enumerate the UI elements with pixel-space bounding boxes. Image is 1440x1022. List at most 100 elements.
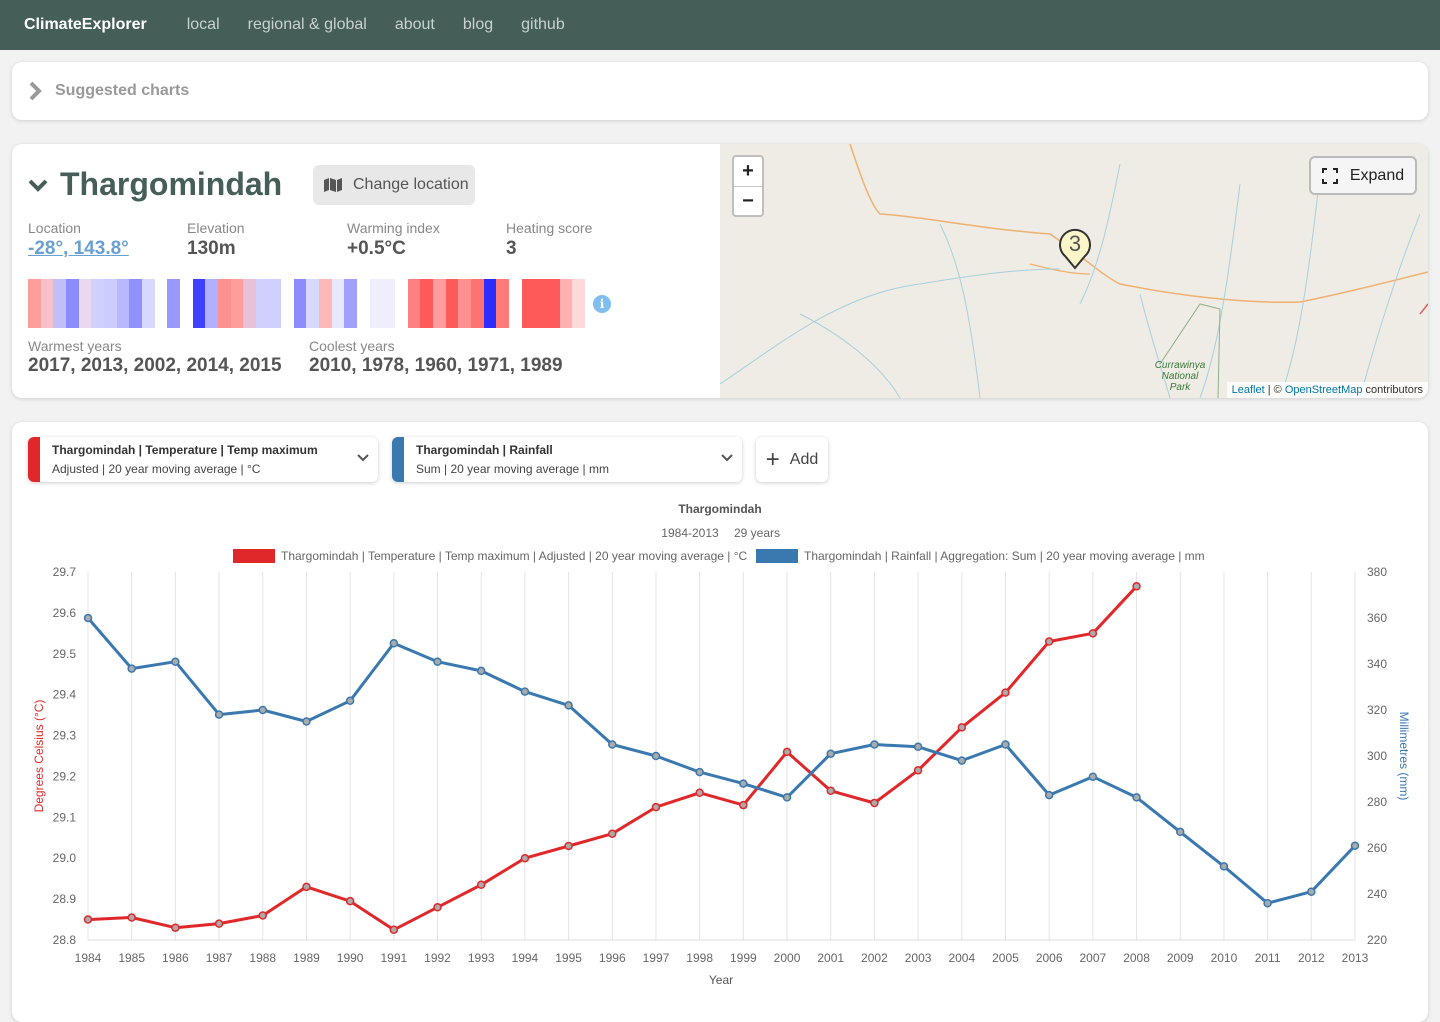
legend-label-temperature: Thargomindah | Temperature | Temp maximu… <box>281 549 747 563</box>
nav-link-github[interactable]: github <box>521 16 565 34</box>
x-tick-label: 1995 <box>555 951 582 965</box>
warming-stripe <box>331 279 345 328</box>
temperature-data-point <box>695 788 704 798</box>
y-right-tick-label: 260 <box>1367 841 1387 855</box>
stat-location-key: Location <box>28 220 81 236</box>
location-map[interactable]: 3 Currawinya National Park + − Expand Le… <box>720 144 1428 398</box>
warming-stripe <box>192 279 206 328</box>
x-tick-label: 1986 <box>162 951 189 965</box>
y-left-tick-label: 29.5 <box>53 647 77 661</box>
warming-stripe <box>243 279 256 328</box>
nav-link-about[interactable]: about <box>395 16 435 34</box>
nav-link-regional-global[interactable]: regional & global <box>248 16 367 34</box>
temperature-data-point <box>520 853 530 863</box>
stat-elevation-key: Elevation <box>187 220 245 236</box>
y-left-tick-label: 28.9 <box>53 892 77 906</box>
x-tick-label: 1987 <box>206 951 233 965</box>
y-right-tick-label: 320 <box>1367 703 1387 717</box>
temperature-data-point <box>476 880 486 890</box>
legend-swatch-rainfall <box>756 549 798 563</box>
location-header[interactable]: Thargomindah <box>28 166 282 203</box>
stat-heating-value: 3 <box>506 238 517 259</box>
temperature-data-point <box>1132 582 1141 591</box>
x-tick-label: 2006 <box>1036 951 1063 965</box>
rainfall-data-point <box>957 756 967 765</box>
temperature-data-point <box>826 786 835 796</box>
brand-logo[interactable]: ClimateExplorer <box>24 16 147 34</box>
y-left-tick-label: 28.8 <box>53 933 77 947</box>
warmest-years-value: 2017, 2013, 2002, 2014, 2015 <box>28 355 282 376</box>
park-label-line-3: Park <box>1169 382 1191 393</box>
rainfall-data-point <box>389 639 399 648</box>
warming-stripe <box>28 279 41 328</box>
rainfall-data-point <box>826 749 835 758</box>
x-tick-label: 2011 <box>1255 951 1281 965</box>
temperature-data-point <box>739 800 748 810</box>
rainfall-data-point <box>171 657 180 666</box>
x-axis-label: Year <box>709 973 733 987</box>
x-tick-label: 1997 <box>643 951 670 965</box>
warming-stripe <box>103 279 117 328</box>
y-left-axis-label: Degrees Celsius (°C) <box>32 700 46 813</box>
rainfall-data-point <box>520 687 530 696</box>
leaflet-link[interactable]: Leaflet <box>1232 384 1265 396</box>
warming-stripe <box>40 279 54 328</box>
location-marker[interactable]: 3 <box>1057 228 1093 270</box>
attribution-suffix: contributors <box>1362 384 1423 396</box>
top-navbar: ClimateExplorer local regional & global … <box>0 0 1440 50</box>
warming-stripe <box>395 279 408 328</box>
warming-stripe <box>116 279 130 328</box>
warming-stripe <box>65 279 79 328</box>
warming-stripe <box>546 279 560 328</box>
rainfall-data-point <box>1350 841 1360 850</box>
x-tick-label: 1991 <box>380 951 407 965</box>
rainfall-data-point <box>258 705 268 715</box>
rainfall-data-point <box>564 701 573 710</box>
y-right-tick-label: 340 <box>1367 657 1387 671</box>
temperature-data-point <box>957 723 967 732</box>
park-label-line-1: Currawinya <box>1154 360 1206 371</box>
line-chart[interactable]: Thargomindah 1984-2013 29 years Thargominda… <box>12 422 1428 1000</box>
warming-stripe <box>420 279 433 328</box>
x-tick-label: 2004 <box>948 951 975 965</box>
warming-stripe <box>445 279 459 328</box>
info-icon[interactable]: i <box>593 295 611 313</box>
coolest-years-value: 2010, 1978, 1960, 1971, 1989 <box>309 355 563 376</box>
stat-heating-key: Heating score <box>506 220 593 236</box>
zoom-out-button[interactable]: − <box>734 186 762 215</box>
temperature-data-point <box>83 915 93 924</box>
nav-link-blog[interactable]: blog <box>463 16 493 34</box>
stat-location-link[interactable]: -28°, 143.8° <box>28 238 129 260</box>
warming-stripe <box>91 279 104 328</box>
osm-link[interactable]: OpenStreetMap <box>1285 384 1363 396</box>
warming-stripe <box>382 279 396 328</box>
expand-map-button[interactable]: Expand <box>1309 156 1417 195</box>
rainfall-data-point <box>913 742 923 752</box>
warming-stripe <box>281 279 294 328</box>
location-title: Thargomindah <box>60 166 283 202</box>
y-left-tick-label: 29.7 <box>53 565 77 579</box>
warming-stripe <box>433 279 446 328</box>
y-right-tick-label: 300 <box>1367 749 1387 763</box>
x-tick-label: 2007 <box>1080 951 1107 965</box>
nav-link-local[interactable]: local <box>187 16 220 34</box>
suggested-charts-panel[interactable]: Suggested charts <box>12 62 1428 120</box>
warming-stripe <box>217 279 231 328</box>
rainfall-data-point <box>651 751 661 761</box>
y-right-tick-label: 240 <box>1367 887 1387 901</box>
temperature-data-point <box>1001 688 1010 697</box>
temperature-data-point <box>127 913 136 922</box>
warming-stripe <box>205 279 218 328</box>
warming-stripe <box>179 279 193 328</box>
change-location-button[interactable]: Change location <box>313 165 475 205</box>
rainfall-data-point <box>695 767 704 777</box>
park-label: Currawinya National Park <box>1150 360 1210 393</box>
temperature-data-point <box>214 919 224 928</box>
zoom-in-button[interactable]: + <box>734 157 762 186</box>
temperature-data-point <box>389 925 399 935</box>
warming-stripe <box>230 279 244 328</box>
warming-stripe <box>268 279 282 328</box>
rainfall-data-point <box>476 666 486 676</box>
warming-stripe <box>306 279 320 328</box>
stat-warming-value: +0.5°C <box>347 238 406 259</box>
